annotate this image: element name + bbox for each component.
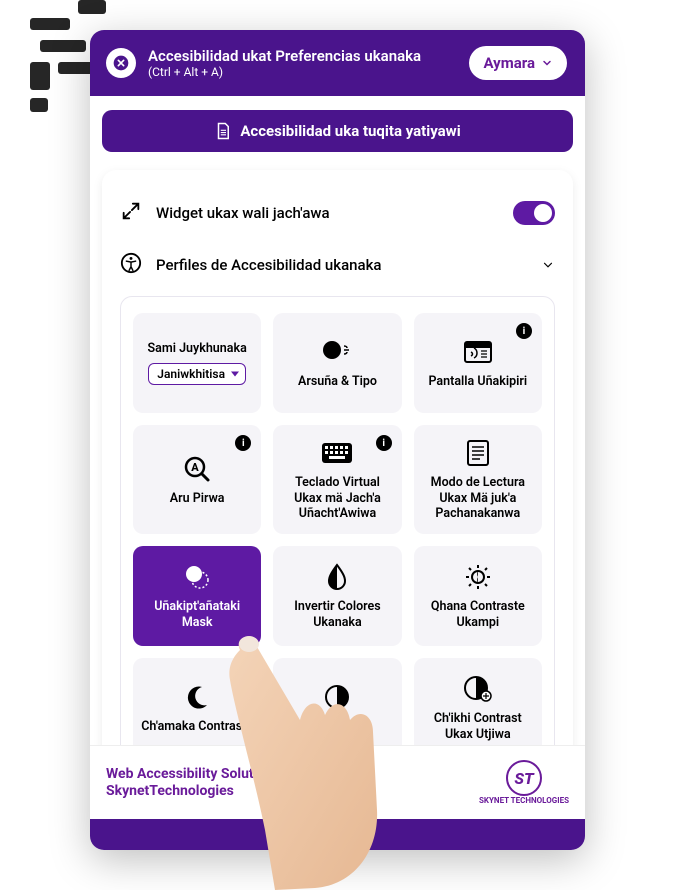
accessibility-profiles-row[interactable]: Perfiles de Accesibilidad ukanaka xyxy=(120,242,555,278)
tile-virtual-keyboard[interactable]: i Teclado Virtual Ukax mä Jach'a Uñacht'… xyxy=(273,425,401,534)
color-blindness-select[interactable]: Janiwkhitisa xyxy=(148,363,246,385)
mask-icon xyxy=(183,561,211,593)
dictionary-icon: A xyxy=(182,453,212,485)
panel-shortcut: (Ctrl + Alt + A) xyxy=(148,65,457,79)
document-icon xyxy=(214,122,232,140)
info-icon[interactable]: i xyxy=(235,435,251,451)
close-icon xyxy=(113,55,129,71)
tile-contrast[interactable]: Contraste xyxy=(273,658,401,745)
svg-text:A: A xyxy=(191,461,199,474)
info-button-label: Accesibilidad uka tuqita yatiyawi xyxy=(240,122,460,140)
chevron-down-icon xyxy=(541,57,553,69)
tile-color-blindness[interactable]: Sami Juykhunaka Janiwkhitisa xyxy=(133,313,261,413)
contrast-icon xyxy=(324,681,350,713)
panel-footer: Web Accessibility Solution by SkynetTech… xyxy=(90,745,585,819)
tile-invert-colors[interactable]: Invertir Colores Ukanaka xyxy=(273,546,401,646)
language-label: Aymara xyxy=(483,54,535,72)
tile-dictionary[interactable]: i A Aru Pirwa xyxy=(133,425,261,534)
expand-icon xyxy=(120,200,142,226)
settings-card: Widget ukax wali jach'awa Perfiles de Ac… xyxy=(102,170,573,745)
panel-title: Accesibilidad ukat Preferencias ukanaka xyxy=(148,47,457,66)
chevron-down-icon xyxy=(541,258,555,272)
options-grid-card: Sami Juykhunaka Janiwkhitisa Arsuña & Ti… xyxy=(120,296,555,745)
tile-smart-contrast[interactable]: Ch'ikhi Contrast Ukax Utjiwa xyxy=(414,658,542,745)
sun-icon xyxy=(464,561,492,593)
accessibility-panel: Accesibilidad ukat Preferencias ukanaka … xyxy=(90,30,585,850)
logo-icon: ST xyxy=(506,760,542,796)
panel-header: Accesibilidad ukat Preferencias ukanaka … xyxy=(90,30,585,96)
voice-icon xyxy=(320,336,354,368)
options-grid: Sami Juykhunaka Janiwkhitisa Arsuña & Ti… xyxy=(133,313,542,745)
language-selector[interactable]: Aymara xyxy=(469,46,567,80)
close-button[interactable] xyxy=(106,48,136,78)
info-icon[interactable]: i xyxy=(516,323,532,339)
tile-reading-mode[interactable]: Modo de Lectura Ukax Mä juk'a Pachanakan… xyxy=(414,425,542,534)
invert-icon xyxy=(325,561,349,593)
brand-logo: ST SKYNET TECHNOLOGIES xyxy=(479,760,569,805)
tile-reading-mask[interactable]: Uñakipt'añataki Mask xyxy=(133,546,261,646)
moon-icon xyxy=(184,681,210,713)
tile-voice-type[interactable]: Arsuña & Tipo xyxy=(273,313,401,413)
color-select-label: Sami Juykhunaka xyxy=(148,341,247,357)
profiles-label: Perfiles de Accesibilidad ukanaka xyxy=(156,256,527,274)
tile-light-contrast[interactable]: Qhana Contraste Ukampi xyxy=(414,546,542,646)
header-text: Accesibilidad ukat Preferencias ukanaka … xyxy=(148,47,457,80)
bottom-bar[interactable]: More xyxy=(90,819,585,850)
widget-size-label: Widget ukax wali jach'awa xyxy=(156,204,499,222)
screen-reader-icon xyxy=(463,336,493,368)
accessibility-info-button[interactable]: Accesibilidad uka tuqita yatiyawi xyxy=(102,110,573,152)
smart-contrast-icon xyxy=(463,673,493,705)
footer-text: Web Accessibility Solution by SkynetTech… xyxy=(106,766,291,800)
panel-body: Accesibilidad uka tuqita yatiyawi Widget… xyxy=(90,96,585,745)
tile-dark-contrast[interactable]: Ch'amaka Contraste xyxy=(133,658,261,745)
accessibility-icon xyxy=(120,252,142,278)
widget-size-row: Widget ukax wali jach'awa xyxy=(120,192,555,242)
tile-screen-reader[interactable]: i Pantalla Uñakipiri xyxy=(414,313,542,413)
reading-icon xyxy=(466,437,490,469)
info-icon[interactable]: i xyxy=(376,435,392,451)
widget-size-toggle[interactable] xyxy=(513,201,555,225)
keyboard-icon xyxy=(321,437,353,469)
